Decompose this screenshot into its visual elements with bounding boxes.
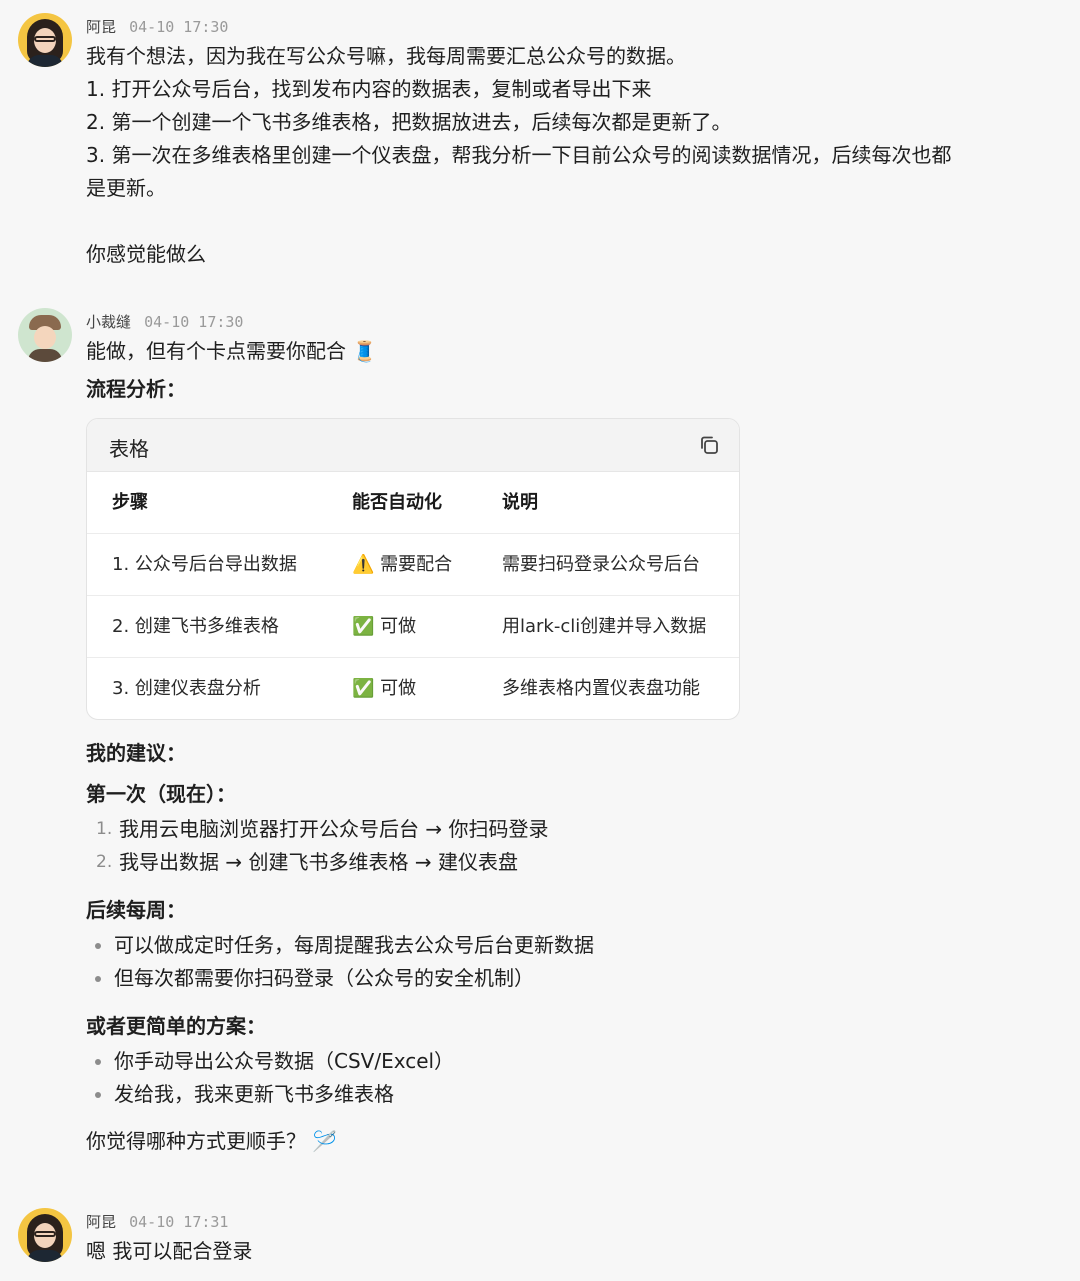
sender-name: 小裁缝 bbox=[86, 313, 132, 331]
message-line: 1. 打开公众号后台，找到发布内容的数据表，复制或者导出下来 bbox=[86, 77, 652, 101]
table-cell: 3. 创建仪表盘分析 bbox=[112, 678, 261, 699]
message-line: 你感觉能做么 bbox=[86, 242, 206, 266]
table-cell: ✅ 可做 bbox=[352, 616, 417, 637]
column-header: 步骤 bbox=[112, 492, 148, 513]
table-cell: 需要扫码登录公众号后台 bbox=[502, 554, 700, 575]
table-row: 1. 公众号后台导出数据 ⚠️ 需要配合 需要扫码登录公众号后台 bbox=[87, 534, 739, 596]
message-line: 2. 第一个创建一个飞书多维表格，把数据放进去，后续每次都是更新了。 bbox=[86, 110, 732, 134]
list-item: 你手动导出公众号数据（CSV/Excel） bbox=[86, 1045, 1046, 1078]
message-meta: 小裁缝 04-10 17:30 bbox=[86, 311, 243, 333]
list-item: 可以做成定时任务，每周提醒我去公众号后台更新数据 bbox=[86, 929, 1046, 962]
section-heading: 流程分析： bbox=[86, 377, 186, 401]
message-body: 我有个想法，因为我在写公众号嘛，我每周需要汇总公众号的数据。 1. 打开公众号后… bbox=[86, 40, 1046, 271]
table-header-row: 步骤 能否自动化 说明 bbox=[87, 472, 739, 534]
table-card-header: 表格 bbox=[87, 419, 739, 472]
message-body: 嗯 我可以配合登录 bbox=[86, 1235, 1046, 1268]
message-meta: 阿昆 04-10 17:30 bbox=[86, 16, 228, 38]
message-line: 3. 第一次在多维表格里创建一个仪表盘，帮我分析一下目前公众号的阅读数据情况，后… bbox=[86, 143, 952, 167]
table-cell: ⚠️ 需要配合 bbox=[352, 554, 453, 575]
weekly-list: 可以做成定时任务，每周提醒我去公众号后台更新数据 但每次都需要你扫码登录（公众号… bbox=[86, 929, 1046, 995]
table-title: 表格 bbox=[109, 437, 149, 461]
list-number: 2. bbox=[96, 852, 113, 872]
table-cell: 用lark-cli创建并导入数据 bbox=[502, 616, 707, 637]
message-meta: 阿昆 04-10 17:31 bbox=[86, 1211, 228, 1233]
section-heading: 后续每周： bbox=[86, 898, 186, 922]
list-item: 1. 我用云电脑浏览器打开公众号后台 → 你扫码登录 bbox=[86, 813, 1046, 846]
column-header: 能否自动化 bbox=[352, 492, 442, 513]
bot-avatar[interactable] bbox=[18, 308, 72, 362]
sender-name: 阿昆 bbox=[86, 1213, 117, 1231]
table-cell: ✅ 可做 bbox=[352, 678, 417, 699]
list-number: 1. bbox=[96, 819, 113, 839]
message-line: 嗯 我可以配合登录 bbox=[86, 1239, 253, 1263]
message-intro: 能做，但有个卡点需要你配合 🧵 bbox=[86, 339, 378, 363]
list-item: 但每次都需要你扫码登录（公众号的安全机制） bbox=[86, 962, 1046, 995]
timestamp: 04-10 17:30 bbox=[144, 313, 244, 331]
user-avatar[interactable] bbox=[18, 1208, 72, 1262]
timestamp: 04-10 17:30 bbox=[129, 18, 229, 36]
table-card: 表格 步骤 能否自动化 说明 1. 公众号后台导出数据 ⚠️ 需要配合 需要扫码… bbox=[86, 418, 740, 720]
table-row: 3. 创建仪表盘分析 ✅ 可做 多维表格内置仪表盘功能 bbox=[87, 658, 739, 719]
first-steps-list: 1. 我用云电脑浏览器打开公众号后台 → 你扫码登录 2. 我导出数据 → 创建… bbox=[86, 813, 1046, 879]
section-heading: 或者更简单的方案： bbox=[86, 1014, 266, 1038]
timestamp: 04-10 17:31 bbox=[129, 1213, 229, 1231]
list-item-text: 我导出数据 → 创建飞书多维表格 → 建仪表盘 bbox=[119, 850, 518, 874]
column-header: 说明 bbox=[502, 492, 538, 513]
message-body: 能做，但有个卡点需要你配合 🧵 流程分析： 表格 步骤 能否自动化 说明 1. … bbox=[86, 335, 1046, 1158]
message-line: 我有个想法，因为我在写公众号嘛，我每周需要汇总公众号的数据。 bbox=[86, 44, 686, 68]
sender-name: 阿昆 bbox=[86, 18, 117, 36]
section-heading: 我的建议： bbox=[86, 741, 186, 765]
list-item-text: 我用云电脑浏览器打开公众号后台 → 你扫码登录 bbox=[119, 817, 549, 841]
table-cell: 1. 公众号后台导出数据 bbox=[112, 554, 297, 575]
list-item: 2. 我导出数据 → 创建飞书多维表格 → 建仪表盘 bbox=[86, 846, 1046, 879]
table-cell: 2. 创建飞书多维表格 bbox=[112, 616, 279, 637]
message-line: 是更新。 bbox=[86, 176, 166, 200]
table-cell: 多维表格内置仪表盘功能 bbox=[502, 678, 700, 699]
message-closing: 你觉得哪种方式更顺手？ 🪡 bbox=[86, 1129, 338, 1153]
copy-icon[interactable] bbox=[699, 435, 719, 455]
user-avatar[interactable] bbox=[18, 13, 72, 67]
table-row: 2. 创建飞书多维表格 ✅ 可做 用lark-cli创建并导入数据 bbox=[87, 596, 739, 658]
list-item: 发给我，我来更新飞书多维表格 bbox=[86, 1078, 1046, 1111]
section-heading: 第一次（现在）： bbox=[86, 782, 236, 806]
simple-list: 你手动导出公众号数据（CSV/Excel） 发给我，我来更新飞书多维表格 bbox=[86, 1045, 1046, 1111]
